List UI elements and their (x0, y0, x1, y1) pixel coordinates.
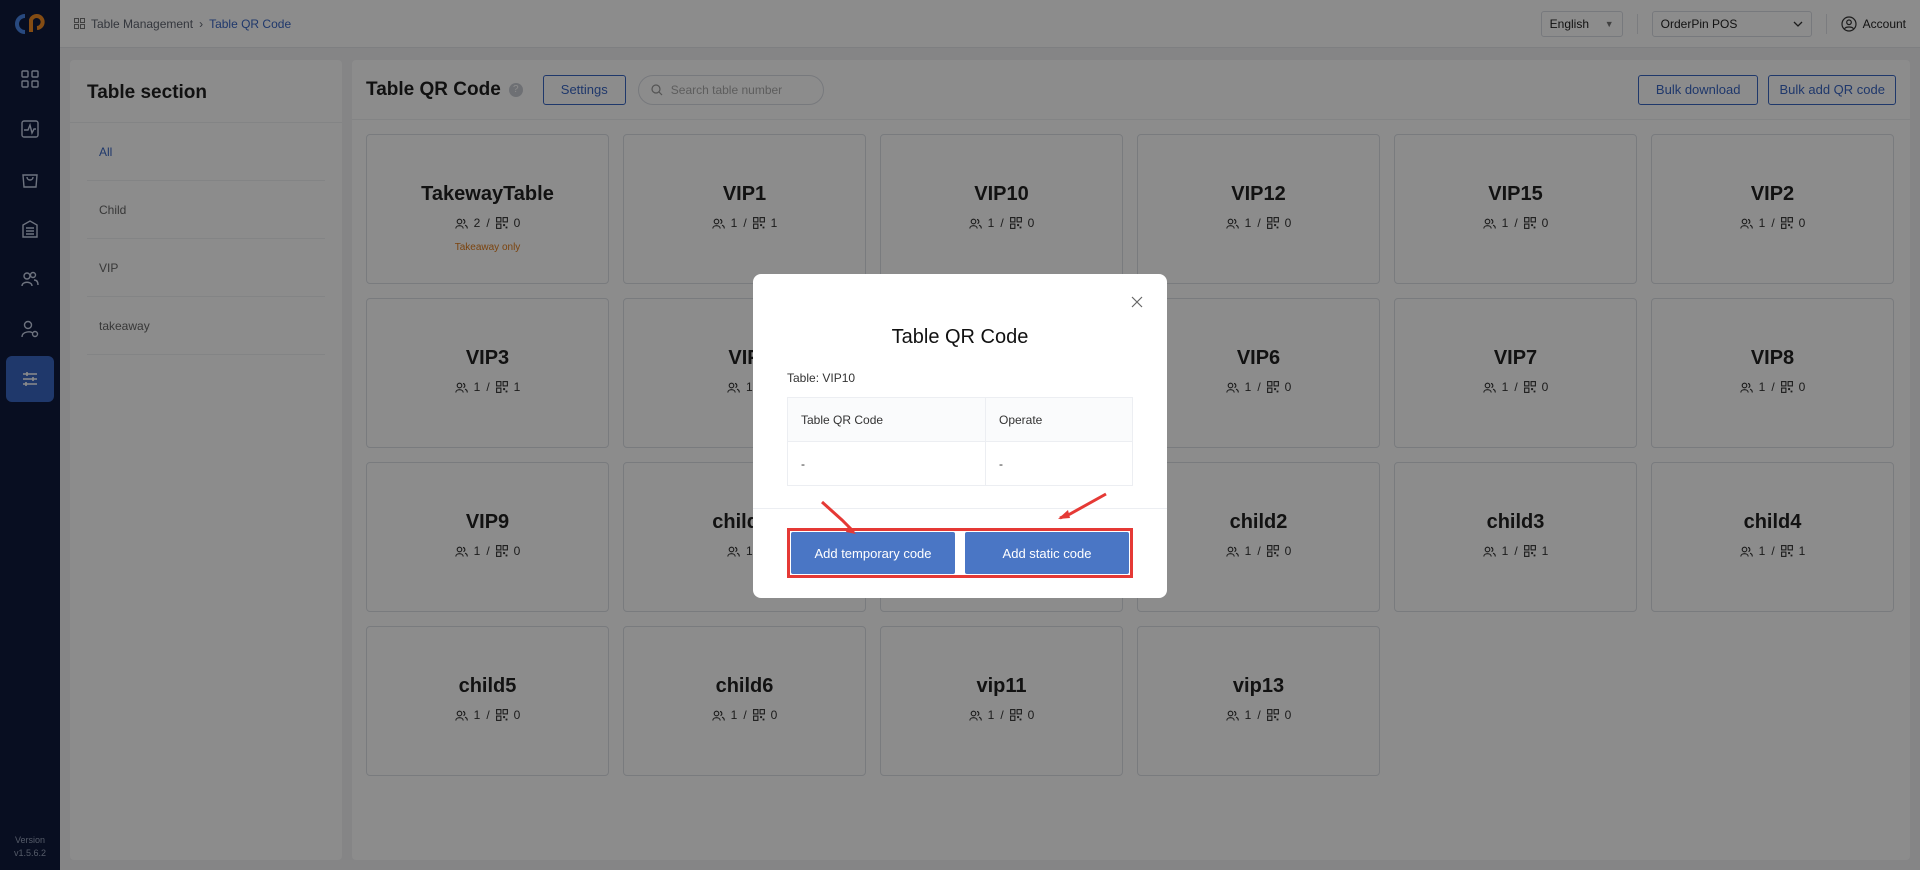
modal-title: Table QR Code (891, 326, 1029, 348)
highlight-box: Add temporary code Add static code (787, 528, 1133, 578)
close-icon[interactable] (1127, 292, 1147, 312)
modal-divider (753, 508, 1167, 509)
add-temporary-code-button[interactable]: Add temporary code (791, 532, 955, 574)
table-row: - - (787, 441, 1133, 486)
qr-code-modal: Table QR Code Table: VIP10 Table QR Code… (753, 274, 1167, 598)
modal-table-name: Table: VIP10 (787, 371, 856, 385)
column-header-qr-code: Table QR Code (787, 397, 986, 442)
add-static-code-button[interactable]: Add static code (965, 532, 1129, 574)
qr-code-cell: - (787, 441, 986, 486)
table-header-row: Table QR Code Operate (787, 397, 1133, 442)
column-header-operate: Operate (985, 397, 1133, 442)
operate-cell: - (985, 441, 1133, 486)
qr-code-table: Table QR Code Operate - - (787, 397, 1133, 486)
